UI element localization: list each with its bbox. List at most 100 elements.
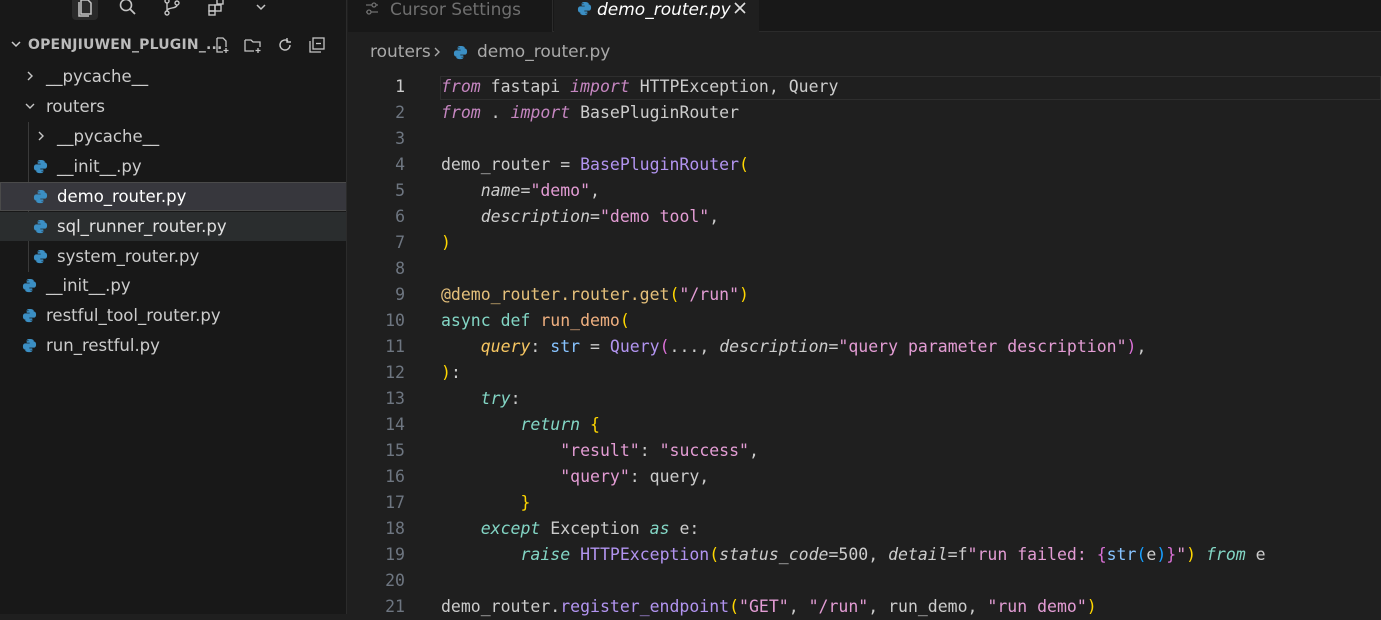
line-number: 11	[385, 337, 405, 356]
tree-label: routers	[46, 97, 105, 116]
settings-sliders-icon	[366, 2, 378, 15]
line-number: 14	[385, 415, 405, 434]
tab-label: demo_router.py	[597, 0, 731, 20]
python-icon	[22, 338, 37, 353]
code-line: 15 "result": "success",	[348, 438, 1381, 464]
tree-file-init[interactable]: __init__.py	[0, 271, 346, 300]
line-number: 3	[395, 129, 405, 148]
python-icon	[33, 189, 48, 204]
explorer-sidebar: OPENJIUWEN_PLUGIN_... __pycache__ router…	[0, 0, 347, 614]
tree-file-restful-tool-router[interactable]: restful_tool_router.py	[0, 301, 346, 330]
breadcrumb-file[interactable]: demo_router.py	[477, 42, 610, 62]
tree-label: system_router.py	[57, 247, 200, 266]
line-number: 13	[385, 389, 405, 408]
code-text: )	[441, 233, 451, 252]
chevron-down-icon[interactable]	[9, 37, 23, 51]
tree-label: __pycache__	[57, 127, 160, 146]
code-line: 14 return {	[348, 412, 1381, 438]
code-line: 4 demo_router = BasePluginRouter(	[348, 152, 1381, 178]
tree-label: restful_tool_router.py	[46, 306, 221, 325]
code-text: raise HTTPException(status_code=500, det…	[520, 545, 1266, 564]
code-line: 7 )	[348, 230, 1381, 256]
code-text: return {	[520, 415, 600, 434]
line-number: 18	[385, 519, 405, 538]
new-file-icon[interactable]	[212, 35, 232, 55]
code-line: 6 description="demo tool",	[348, 204, 1381, 230]
code-text: try:	[480, 389, 521, 408]
tree-file-system-router[interactable]: system_router.py	[0, 242, 346, 271]
code-line: 2 from . import BasePluginRouter	[348, 100, 1381, 126]
tab-cursor-settings[interactable]: Cursor Settings	[348, 0, 553, 32]
tree-file-run-restful[interactable]: run_restful.py	[0, 331, 346, 360]
workspace-title: OPENJIUWEN_PLUGIN_...	[28, 37, 223, 53]
refresh-icon[interactable]	[275, 35, 295, 55]
close-icon[interactable]	[732, 0, 748, 16]
code-line: 16 "query": query,	[348, 464, 1381, 490]
source-control-icon[interactable]	[159, 0, 185, 20]
tree-folder-pycache[interactable]: __pycache__	[0, 122, 346, 151]
tree-file-demo-router[interactable]: demo_router.py	[0, 182, 346, 211]
explorer-header[interactable]: OPENJIUWEN_PLUGIN_...	[0, 33, 346, 57]
line-number: 20	[385, 571, 405, 590]
code-line: 11 query: str = Query(..., description="…	[348, 334, 1381, 360]
line-number: 6	[395, 207, 405, 226]
code-line: 12 ):	[348, 360, 1381, 386]
tab-demo-router[interactable]: demo_router.py	[554, 0, 759, 32]
line-number: 4	[395, 155, 405, 174]
tree-folder-pycache[interactable]: __pycache__	[0, 62, 346, 91]
code-line: 10 async def run_demo(	[348, 308, 1381, 334]
tree-label: __init__.py	[57, 157, 142, 176]
collapse-all-icon[interactable]	[307, 35, 327, 55]
code-text: "query": query,	[560, 467, 710, 486]
code-text: @demo_router.router.get("/run")	[441, 285, 749, 304]
code-text: from . import BasePluginRouter	[441, 103, 740, 122]
tree-label: __pycache__	[46, 67, 149, 86]
line-number: 12	[385, 363, 405, 382]
line-number: 5	[395, 181, 405, 200]
breadcrumb-folder[interactable]: routers	[370, 42, 431, 62]
line-number: 2	[395, 103, 405, 122]
code-line: 8	[348, 256, 1381, 282]
code-text: ):	[441, 363, 461, 382]
editor-tab-bar: Cursor Settings demo_router.py	[348, 0, 1381, 32]
tree-label: run_restful.py	[46, 336, 160, 355]
chevron-right-icon	[27, 71, 33, 81]
code-line: 9 @demo_router.router.get("/run")	[348, 282, 1381, 308]
line-number: 9	[395, 285, 405, 304]
extensions-icon[interactable]	[203, 0, 229, 20]
python-icon	[33, 159, 48, 174]
code-line: 3	[348, 126, 1381, 152]
code-line: 13 try:	[348, 386, 1381, 412]
line-number: 16	[385, 467, 405, 486]
tree-file-sql-runner-router[interactable]: sql_runner_router.py	[0, 212, 346, 241]
code-text: except Exception as e:	[480, 519, 700, 538]
tree-folder-routers[interactable]: routers	[0, 92, 346, 121]
line-number: 1	[395, 77, 405, 96]
code-text: demo_router.register_endpoint("GET", "/r…	[441, 597, 1097, 616]
activity-bar	[0, 0, 346, 22]
tab-label: Cursor Settings	[390, 0, 522, 20]
line-number: 8	[395, 259, 405, 278]
search-icon[interactable]	[115, 0, 141, 20]
code-line: 21 demo_router.register_endpoint("GET", …	[348, 594, 1381, 620]
code-line: 19 raise HTTPException(status_code=500, …	[348, 542, 1381, 568]
tree-file-init[interactable]: __init__.py	[0, 152, 346, 181]
tree-label: demo_router.py	[57, 187, 187, 206]
python-icon	[22, 308, 37, 323]
explorer-icon[interactable]	[72, 0, 98, 20]
code-text: demo_router = BasePluginRouter(	[441, 155, 749, 174]
tree-label: sql_runner_router.py	[57, 217, 227, 236]
breadcrumb: routers demo_router.py	[348, 32, 1381, 72]
code-editor[interactable]: 1 from fastapi import HTTPException, Que…	[348, 72, 1381, 616]
python-icon	[577, 1, 592, 16]
code-text: "result": "success",	[560, 441, 759, 460]
new-folder-icon[interactable]	[243, 35, 263, 55]
chevron-right-icon	[434, 47, 440, 57]
chevron-right-icon	[38, 131, 44, 141]
line-number: 21	[385, 597, 405, 616]
code-text: name="demo",	[480, 181, 600, 200]
python-icon	[453, 45, 468, 60]
chevron-down-icon[interactable]	[248, 0, 274, 20]
code-text: async def run_demo(	[441, 311, 630, 330]
python-icon	[22, 278, 37, 293]
